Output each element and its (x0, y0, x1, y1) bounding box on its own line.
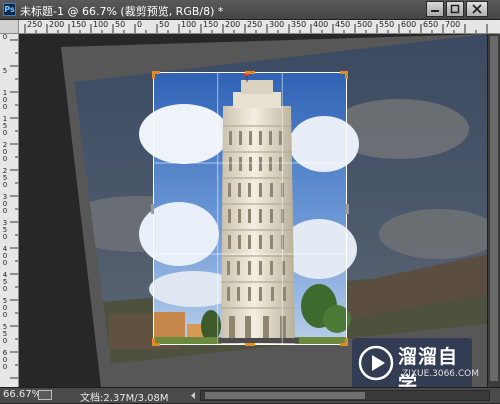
photo-crop-preview[interactable] (19, 34, 487, 387)
document-titlebar[interactable]: Ps 未标题-1 @ 66.7% (裁剪预览, RGB/8) * (0, 0, 500, 20)
ruler-label: 450 (2, 271, 8, 293)
photoshop-icon: Ps (3, 3, 16, 16)
minimize-button[interactable] (426, 1, 444, 17)
ruler-label: 600 (401, 20, 417, 29)
horizontal-scroll-thumb[interactable] (205, 392, 365, 399)
ruler-label: 550 (2, 323, 8, 345)
zoom-level[interactable]: 66.67% (3, 389, 41, 400)
maximize-icon (450, 4, 460, 14)
document-canvas[interactable] (19, 34, 487, 387)
ruler-label: 700 (445, 20, 461, 29)
status-bar: 66.67% 文档:2.37M/3.08M (0, 387, 500, 404)
minimize-icon (431, 10, 439, 12)
ruler-label: 5 (2, 67, 8, 75)
ruler-label: 350 (2, 219, 8, 241)
document-info[interactable]: 文档:2.37M/3.08M (80, 389, 169, 404)
ruler-label: 500 (2, 297, 8, 319)
ruler-label: 0 (137, 20, 143, 29)
maximize-button[interactable] (446, 1, 464, 17)
ruler-label: 50 (159, 20, 170, 29)
ruler-label: 400 (313, 20, 329, 29)
ruler-label: 300 (2, 193, 8, 215)
ruler-label: 100 (93, 20, 109, 29)
ruler-label: 400 (2, 245, 8, 267)
watermark: 溜溜自学 ZIXUE.3066.COM (352, 338, 479, 395)
ruler-label: 500 (357, 20, 373, 29)
ruler-label: 100 (181, 20, 197, 29)
horizontal-ruler[interactable]: 250 200 150 100 50 0 50 100 150 200 250 … (19, 20, 500, 34)
ruler-label: 350 (291, 20, 307, 29)
ruler-label: 200 (2, 141, 8, 163)
ruler-label: 250 (27, 20, 43, 29)
vertical-ruler[interactable]: 0 5 100 150 200 250 300 350 400 450 500 … (0, 34, 19, 387)
ruler-label: 550 (379, 20, 395, 29)
vertical-scrollbar[interactable] (487, 34, 500, 387)
ruler-label: 150 (71, 20, 87, 29)
ruler-label: 200 (225, 20, 241, 29)
document-title: 未标题-1 @ 66.7% (裁剪预览, RGB/8) * (20, 5, 224, 18)
ruler-label: 200 (49, 20, 65, 29)
ruler-label: 100 (2, 89, 8, 111)
ruler-label: 0 (2, 34, 8, 41)
ruler-label: 50 (115, 20, 126, 29)
ruler-label: 300 (269, 20, 285, 29)
horizontal-scrollbar[interactable] (200, 390, 490, 401)
close-icon (472, 4, 482, 14)
play-logo-icon (358, 345, 394, 381)
vertical-scroll-thumb[interactable] (490, 36, 498, 381)
ruler-label: 150 (203, 20, 219, 29)
ruler-label: 150 (2, 115, 8, 137)
navigator-icon[interactable] (38, 390, 52, 400)
watermark-url: ZIXUE.3066.COM (402, 369, 480, 379)
ruler-label: 600 (2, 349, 8, 371)
ruler-label: 650 (423, 20, 439, 29)
status-menu-arrow-icon[interactable] (188, 390, 198, 401)
ruler-label: 450 (335, 20, 351, 29)
ruler-label: 250 (247, 20, 263, 29)
ruler-origin[interactable] (0, 20, 19, 34)
ruler-label: 250 (2, 167, 8, 189)
close-button[interactable] (466, 1, 488, 17)
